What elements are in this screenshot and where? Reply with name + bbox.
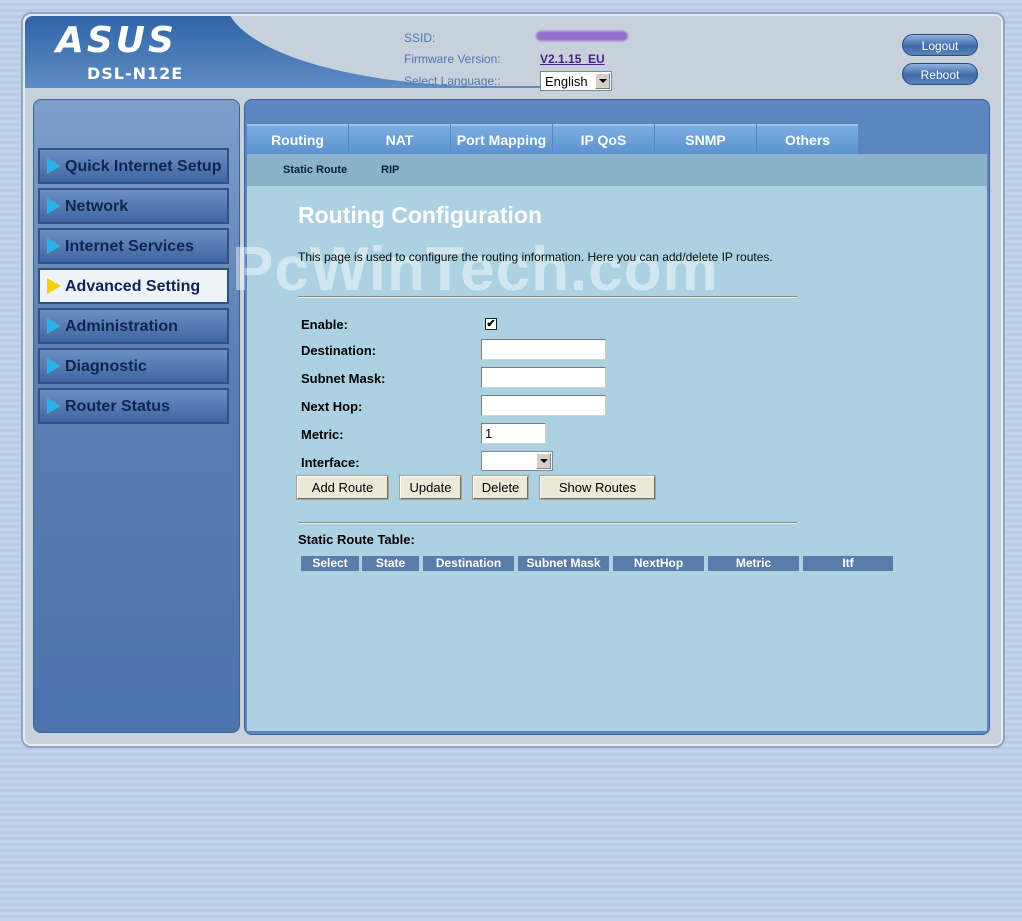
chevron-down-icon[interactable]	[536, 453, 551, 469]
tab-nat[interactable]: NAT	[349, 124, 450, 154]
destination-field[interactable]	[481, 339, 606, 360]
metric-label: Metric:	[301, 427, 344, 442]
subtab-static-route[interactable]: Static Route	[283, 164, 347, 176]
page-title: Routing Configuration	[298, 202, 542, 228]
sidebar-item-label: Administration	[65, 318, 178, 335]
table-header-subnet-mask: Subnet Mask	[518, 556, 609, 571]
delete-button[interactable]: Delete	[472, 475, 529, 500]
arrow-right-icon	[47, 358, 61, 374]
chevron-down-icon[interactable]	[595, 73, 610, 89]
sidebar-item-router-status[interactable]: Router Status	[38, 388, 229, 424]
sidebar-item-label: Advanced Setting	[65, 278, 201, 295]
page-description: This page is used to configure the routi…	[298, 250, 773, 264]
add-route-button[interactable]: Add Route	[296, 475, 389, 500]
ssid-value-redacted	[536, 31, 628, 41]
sidebar-item-label: Quick Internet Setup	[65, 158, 222, 175]
static-route-table-label: Static Route Table:	[298, 532, 415, 547]
subnet-mask-label: Subnet Mask:	[301, 371, 386, 386]
interface-label: Interface:	[301, 455, 360, 470]
sidebar-item-label: Diagnostic	[65, 358, 147, 375]
arrow-right-icon	[47, 158, 61, 174]
update-button[interactable]: Update	[399, 475, 462, 500]
sidebar-item-internet-services[interactable]: Internet Services	[38, 228, 229, 264]
table-header-state: State	[362, 556, 419, 571]
watermark: PcWinTech.com	[232, 235, 719, 304]
ssid-label: SSID:	[404, 31, 436, 45]
enable-label: Enable:	[301, 317, 348, 332]
sidebar-item-administration[interactable]: Administration	[38, 308, 229, 344]
divider	[298, 296, 797, 298]
table-header-select: Select	[301, 556, 359, 571]
enable-checkbox[interactable]: ✔	[485, 318, 497, 330]
language-label: Select Language::	[404, 74, 501, 88]
arrow-right-icon	[47, 278, 61, 294]
arrow-right-icon	[47, 318, 61, 334]
tab-others[interactable]: Others	[757, 124, 858, 154]
subtab-rip[interactable]: RIP	[381, 164, 399, 176]
table-header-itf: Itf	[803, 556, 893, 571]
language-selected-value: English	[545, 74, 588, 89]
reboot-button[interactable]: Reboot	[902, 63, 978, 85]
table-header-metric: Metric	[708, 556, 799, 571]
sidebar-item-label: Network	[65, 198, 129, 215]
model-name: DSL-N12E	[87, 64, 184, 83]
sidebar-item-quick-internet-setup[interactable]: Quick Internet Setup	[38, 148, 229, 184]
next-hop-field[interactable]	[481, 395, 606, 416]
sidebar-item-label: Router Status	[65, 398, 170, 415]
arrow-right-icon	[47, 398, 61, 414]
sidebar-item-advanced-setting[interactable]: Advanced Setting	[38, 268, 229, 304]
table-header-nexthop: NextHop	[613, 556, 704, 571]
arrow-right-icon	[47, 198, 61, 214]
show-routes-button[interactable]: Show Routes	[539, 475, 656, 500]
table-header-destination: Destination	[423, 556, 514, 571]
firmware-version-link[interactable]: V2.1.15_EU	[540, 52, 605, 66]
asus-logo: ASUS	[56, 20, 177, 61]
sidebar-item-label: Internet Services	[65, 238, 194, 255]
divider	[298, 522, 797, 524]
arrow-right-icon	[47, 238, 61, 254]
metric-field[interactable]: 1	[481, 423, 546, 444]
logout-button[interactable]: Logout	[902, 34, 978, 56]
subnet-mask-field[interactable]	[481, 367, 606, 388]
tab-snmp[interactable]: SNMP	[655, 124, 756, 154]
subtab-bar	[247, 154, 987, 186]
language-select[interactable]: English	[540, 71, 612, 91]
next-hop-label: Next Hop:	[301, 399, 363, 414]
destination-label: Destination:	[301, 343, 377, 358]
tab-ip-qos[interactable]: IP QoS	[553, 124, 654, 154]
sidebar-item-diagnostic[interactable]: Diagnostic	[38, 348, 229, 384]
tab-port-mapping[interactable]: Port Mapping	[451, 124, 552, 154]
interface-select[interactable]	[481, 451, 553, 471]
tab-routing[interactable]: Routing	[247, 124, 348, 154]
sidebar-item-network[interactable]: Network	[38, 188, 229, 224]
firmware-label: Firmware Version:	[404, 52, 501, 66]
